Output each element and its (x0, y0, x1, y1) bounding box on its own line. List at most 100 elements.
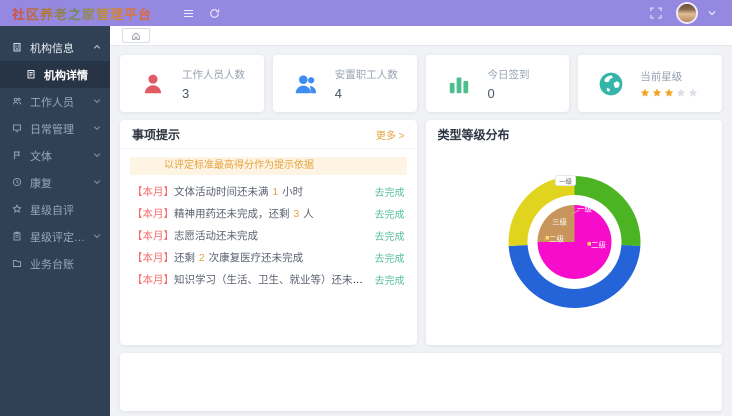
bottom-panel (120, 353, 722, 411)
main-content: 工作人员人数3安置职工人数4今日签到0当前星级 事项提示 更多 > 以评定标准最… (110, 26, 732, 416)
sidebar-subitem-label: 机构详情 (44, 67, 102, 83)
home-icon (131, 31, 141, 41)
go-complete-link[interactable]: 去完成 (375, 206, 405, 221)
stat-label: 安置职工人数 (335, 67, 398, 82)
stat-label: 当前星级 (640, 69, 698, 84)
stat-value: 4 (335, 86, 398, 101)
task-row: 【本月】志愿活动还未完成 去完成 (120, 224, 417, 246)
chart-panel: 类型等级分布 一级一级三级二级二级 (426, 120, 723, 345)
sidebar-item-康复[interactable]: 康复 (0, 169, 110, 196)
star-rating (640, 88, 698, 98)
task-description: 【本月】还剩 2 次康复医疗还未完成 (132, 250, 303, 265)
sunburst-chart: 一级一级三级二级二级 (426, 120, 723, 345)
go-complete-link[interactable]: 去完成 (375, 184, 405, 199)
task-row: 【本月】文体活动时间还未满 1 小时 去完成 (120, 180, 417, 202)
task-text: 文体活动时间还未满 1 小时 (174, 186, 303, 198)
task-highlight-number: 3 (293, 208, 299, 220)
sidebar-item-星级评定申报[interactable]: 星级评定申报 (0, 223, 110, 250)
task-text: 志愿活动还未完成 (174, 230, 258, 242)
person-icon (140, 71, 166, 97)
task-row: 【本月】知识学习（生活、卫生、就业等）还未完成去完成 (120, 268, 417, 290)
chevron-up-icon (93, 43, 102, 52)
menu-collapse-icon[interactable] (180, 5, 196, 21)
folder-icon (12, 258, 23, 269)
star-filled-icon (640, 88, 650, 98)
stat-label: 今日签到 (488, 67, 530, 82)
stat-label: 工作人员人数 (182, 67, 245, 82)
chevron-down-icon (93, 151, 102, 160)
star-empty-icon (688, 88, 698, 98)
sidebar-item-文体[interactable]: 文体 (0, 142, 110, 169)
chart-title: 类型等级分布 (438, 126, 510, 143)
task-text: 知识学习（生活、卫生、就业等）还未完成 (174, 274, 367, 286)
task-month-tag: 【本月】 (132, 230, 174, 242)
document-icon (26, 69, 37, 80)
refresh-icon[interactable] (206, 5, 222, 21)
stat-card-text: 工作人员人数3 (182, 67, 245, 101)
avatar[interactable] (678, 4, 696, 22)
stats-row: 工作人员人数3 安置职工人数 4 今日签到0 当前星级 (120, 55, 722, 112)
go-complete-link[interactable]: 去完成 (375, 228, 405, 243)
sidebar-item-label: 机构信息 (30, 40, 93, 56)
sidebar-item-日常管理[interactable]: 日常管理 (0, 115, 110, 142)
task-text: 精神用药还未完成，还剩 3 人 (174, 208, 314, 220)
sidebar-item-label: 业务台账 (30, 256, 102, 272)
more-link[interactable]: 更多 > (376, 127, 405, 142)
stat-card-安置职工人数: 安置职工人数 4 (273, 55, 417, 112)
panels-row: 事项提示 更多 > 以评定标准最高得分作为提示依据 【本月】文体活动时间还未满 … (120, 120, 722, 345)
sidebar-submenu: 机构详情 (0, 61, 110, 88)
sidebar-item-工作人员[interactable]: 工作人员 (0, 88, 110, 115)
chart-panel-header: 类型等级分布 (426, 120, 723, 149)
chart-label: 二级 (549, 234, 564, 244)
task-description: 【本月】精神用药还未完成，还剩 3 人 (132, 206, 314, 221)
chevron-down-icon[interactable] (704, 5, 720, 21)
app-window: 社区养老之家管理平台 机构信息机构详情工作人员日常管理文体康复星级自评星级评定申… (0, 0, 732, 416)
sidebar-item-星级自评[interactable]: 星级自评 (0, 196, 110, 223)
header-tools (180, 5, 222, 21)
sidebar-subitem-机构详情[interactable]: 机构详情 (0, 61, 110, 88)
content-scroll-area[interactable]: 工作人员人数3安置职工人数4今日签到0当前星级 事项提示 更多 > 以评定标准最… (110, 47, 732, 416)
go-complete-link[interactable]: 去完成 (375, 272, 405, 287)
clipboard-icon (12, 231, 23, 242)
tab-bar (110, 26, 732, 46)
sidebar-item-label: 文体 (30, 148, 93, 164)
sidebar-item-label: 星级评定申报 (30, 229, 93, 245)
task-description: 【本月】知识学习（生活、卫生、就业等）还未完成 (132, 272, 367, 287)
tab-home[interactable] (122, 28, 150, 43)
task-text: 还剩 2 次康复医疗还未完成 (174, 252, 303, 264)
sidebar-item-label: 康复 (30, 175, 93, 191)
sidebar-item-业务台账[interactable]: 业务台账 (0, 250, 110, 277)
chevron-down-icon (93, 178, 102, 187)
star-filled-icon (664, 88, 674, 98)
stat-card-text: 今日签到0 (488, 67, 530, 101)
tasks-panel: 事项提示 更多 > 以评定标准最高得分作为提示依据 【本月】文体活动时间还未满 … (120, 120, 417, 345)
star-icon (12, 204, 23, 215)
stat-card-当前星级: 当前星级 (578, 55, 722, 112)
chevron-down-icon (93, 232, 102, 241)
go-complete-link[interactable]: 去完成 (375, 250, 405, 265)
monitor-icon (12, 123, 23, 134)
chevron-down-icon (93, 97, 102, 106)
stat-card-text: 安置职工人数 4 (335, 67, 398, 101)
bar-chart-icon (446, 71, 472, 97)
chevron-down-icon (93, 124, 102, 133)
task-highlight-number: 1 (272, 186, 278, 198)
tasks-panel-header: 事项提示 更多 > (120, 120, 417, 149)
stat-card-text: 当前星级 (640, 69, 698, 98)
fullscreen-icon[interactable] (648, 5, 664, 21)
task-month-tag: 【本月】 (132, 186, 174, 198)
task-row: 【本月】精神用药还未完成，还剩 3 人 去完成 (120, 202, 417, 224)
task-month-tag: 【本月】 (132, 208, 174, 220)
notice-banner: 以评定标准最高得分作为提示依据 (130, 157, 407, 175)
clock-icon (12, 177, 23, 188)
tasks-title: 事项提示 (132, 126, 180, 143)
flag-icon (12, 150, 23, 161)
people-icon (293, 71, 319, 97)
sidebar: 机构信息机构详情工作人员日常管理文体康复星级自评星级评定申报业务台账 (0, 26, 110, 416)
task-row: 【本月】还剩 2 次康复医疗还未完成 去完成 (120, 246, 417, 268)
sidebar-item-机构信息[interactable]: 机构信息 (0, 34, 110, 61)
task-month-tag: 【本月】 (132, 274, 174, 286)
chart-label: 一级 (559, 177, 573, 186)
stat-card-今日签到: 今日签到0 (426, 55, 570, 112)
building-icon (12, 42, 23, 53)
